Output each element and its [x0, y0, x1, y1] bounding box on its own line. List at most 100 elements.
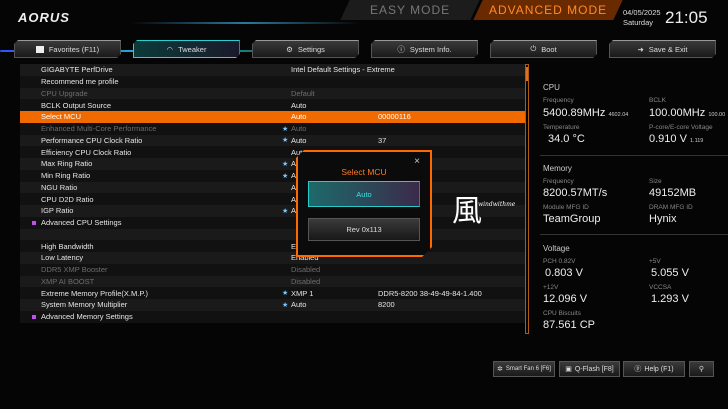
- easy-mode-label: EASY MODE: [369, 3, 451, 17]
- setting-row[interactable]: Low Latency Enabled: [20, 252, 525, 264]
- setting-row[interactable]: XMP AI BOOST Disabled: [20, 275, 525, 288]
- setting-current: DDR5-8200 38-49-49-84-1.400: [378, 288, 482, 298]
- date-display: 04/05/2025 Saturday: [623, 8, 661, 28]
- search-button[interactable]: ⚲: [689, 361, 714, 377]
- fan-icon: ✲: [497, 366, 503, 373]
- setting-name: Enhanced Multi-Core Performance: [41, 124, 157, 134]
- label: VCCSA: [649, 284, 672, 291]
- label: CPU Biscuits: [543, 310, 581, 317]
- setting-row[interactable]: CPU Upgrade Default: [20, 87, 525, 100]
- setting-row[interactable]: Min Ring Ratio★Auto: [20, 169, 525, 182]
- setting-current: 8200: [378, 300, 395, 310]
- setting-value[interactable]: Auto: [291, 300, 306, 309]
- setting-value[interactable]: Auto: [291, 112, 306, 121]
- tab-favorites[interactable]: Favorites (F11): [14, 40, 121, 58]
- advanced-mode-button[interactable]: ADVANCED MODE: [473, 0, 623, 20]
- setting-row[interactable]: BCLK Output Source Auto: [20, 99, 525, 111]
- setting-name: CPU D2D Ratio: [41, 194, 94, 204]
- setting-name: NGU Ratio: [41, 182, 78, 192]
- setting-name: Min Ring Ratio: [41, 171, 91, 181]
- favorite-star-icon[interactable]: ★: [282, 125, 288, 133]
- core-voltage: 0.910 V 1.119: [649, 133, 703, 145]
- setting-value[interactable]: Auto: [291, 124, 306, 133]
- tab-save-exit[interactable]: ➜ Save & Exit: [609, 40, 716, 58]
- setting-name: Low Latency: [41, 253, 84, 263]
- qflash-button[interactable]: ▣ Q-Flash [F8]: [559, 361, 620, 377]
- pch-voltage: 0.803 V: [545, 267, 583, 279]
- setting-row[interactable]: Efficiency CPU Clock Ratio Auto: [20, 146, 525, 158]
- setting-row[interactable]: DDR5 XMP Booster Disabled: [20, 263, 525, 276]
- setting-value[interactable]: Auto: [291, 101, 306, 110]
- cpu-frequency: 5400.89MHz 4602.04: [543, 107, 628, 119]
- setting-row[interactable]: IGP Ratio★Auto: [20, 205, 525, 217]
- memory-size: 49152MB: [649, 187, 697, 199]
- setting-row[interactable]: GIGABYTE PerfDrive Intel Default Settings…: [20, 64, 525, 76]
- setting-row-selected[interactable]: Select MCU Auto 00000116: [20, 111, 525, 123]
- option-rev-0x113[interactable]: Rev 0x113: [308, 218, 420, 241]
- close-icon[interactable]: ×: [414, 156, 420, 167]
- tab-label: Boot: [541, 44, 557, 54]
- setting-value[interactable]: Auto: [291, 136, 306, 145]
- setting-value[interactable]: Intel Default Settings - Extreme: [291, 65, 395, 74]
- day: Saturday: [623, 18, 654, 27]
- setting-value[interactable]: Disabled: [291, 265, 320, 274]
- favorite-star-icon[interactable]: ★: [282, 160, 288, 168]
- setting-current: 37: [378, 135, 387, 145]
- setting-row[interactable]: [20, 228, 525, 241]
- favorite-star-icon[interactable]: ★: [282, 172, 288, 180]
- favorite-star-icon[interactable]: ★: [282, 301, 288, 309]
- button-label: Help (F1): [644, 365, 674, 373]
- setting-row[interactable]: Advanced Memory Settings: [20, 310, 525, 323]
- setting-name: Efficiency CPU Clock Ratio: [41, 147, 132, 157]
- setting-row[interactable]: Performance CPU Clock Ratio ★ Auto 37: [20, 134, 525, 147]
- setting-name: Advanced CPU Settings: [41, 218, 122, 228]
- setting-row[interactable]: System Memory Multiplier ★ Auto 8200: [20, 299, 525, 311]
- setting-row[interactable]: NGU RatioAuto: [20, 181, 525, 194]
- setting-row[interactable]: Advanced CPU Settings: [20, 216, 525, 229]
- setting-value[interactable]: Default: [291, 89, 315, 98]
- setting-row[interactable]: Recommend me profile: [20, 75, 525, 88]
- favorite-star-icon[interactable]: ★: [282, 136, 288, 144]
- tab-system-info[interactable]: ⓘ System Info.: [371, 40, 478, 58]
- advanced-mode-label: ADVANCED MODE: [488, 3, 608, 17]
- setting-value[interactable]: Disabled: [291, 277, 320, 286]
- setting-row[interactable]: Extreme Memory Profile(X.M.P.) ★ XMP 1 DDR5…: [20, 287, 525, 299]
- value: 100.00MHz: [649, 107, 706, 119]
- setting-name: XMP AI BOOST: [41, 276, 95, 286]
- star-box-icon: [36, 46, 44, 53]
- module-mfg: TeamGroup: [543, 213, 601, 225]
- setting-name: Recommend me profile: [41, 77, 119, 87]
- setting-value[interactable]: XMP 1: [291, 289, 313, 298]
- sub-value: 100.00: [708, 112, 726, 118]
- dram-mfg: Hynix: [649, 213, 677, 225]
- tab-boot[interactable]: ⏻ Boot: [490, 40, 597, 58]
- label: DRAM MFG ID: [649, 204, 693, 211]
- setting-row[interactable]: Enhanced Multi-Core Performance ★ Auto: [20, 122, 525, 135]
- date: 04/05/2025: [623, 8, 661, 17]
- help-button[interactable]: ⓟ Help (F1): [623, 361, 685, 377]
- setting-name: BCLK Output Source: [41, 100, 112, 110]
- tab-settings[interactable]: ⚙ Settings: [252, 40, 359, 58]
- easy-mode-button[interactable]: EASY MODE: [340, 0, 480, 20]
- scrollbar[interactable]: [525, 64, 529, 334]
- setting-name: Performance CPU Clock Ratio: [41, 135, 143, 145]
- dialog-title: Select MCU: [341, 167, 387, 177]
- favorite-star-icon[interactable]: ★: [282, 289, 288, 297]
- gear-icon: ⚙: [286, 44, 293, 54]
- tab-label: System Info.: [409, 44, 452, 54]
- setting-row[interactable]: CPU D2D RatioAuto: [20, 193, 525, 205]
- info-icon: ⓘ: [397, 44, 405, 54]
- scrollbar-thumb[interactable]: [526, 67, 528, 81]
- setting-row[interactable]: Max Ring Ratio★Auto: [20, 158, 525, 170]
- option-auto[interactable]: Auto: [308, 181, 420, 207]
- tab-label: Save & Exit: [648, 44, 688, 54]
- tab-tweaker[interactable]: ◠ Tweaker: [133, 40, 240, 58]
- setting-row[interactable]: High BandwidthEnabled: [20, 240, 525, 252]
- favorite-star-icon[interactable]: ★: [282, 207, 288, 215]
- sub-value: 1.119: [689, 138, 704, 144]
- smart-fan-button[interactable]: ✲ Smart Fan 6 [F6]: [493, 361, 555, 377]
- aorus-logo: AORUS: [18, 10, 70, 25]
- 5v-voltage: 5.055 V: [651, 267, 689, 279]
- label: PCH 0.82V: [543, 258, 576, 265]
- setting-name: CPU Upgrade: [41, 88, 88, 98]
